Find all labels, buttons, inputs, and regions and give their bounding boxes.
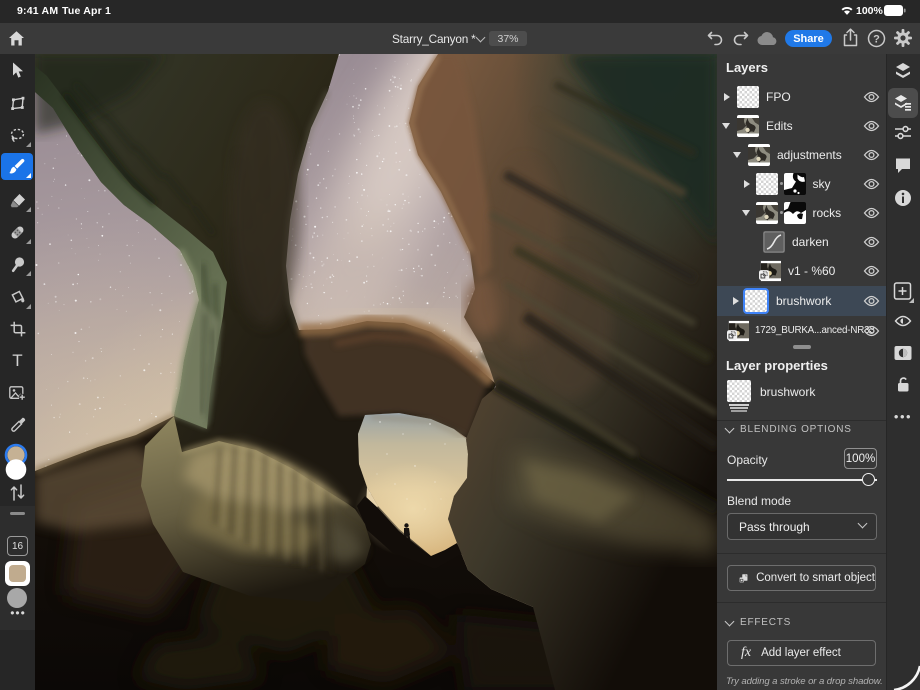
svg-text:?: ? bbox=[873, 34, 880, 46]
